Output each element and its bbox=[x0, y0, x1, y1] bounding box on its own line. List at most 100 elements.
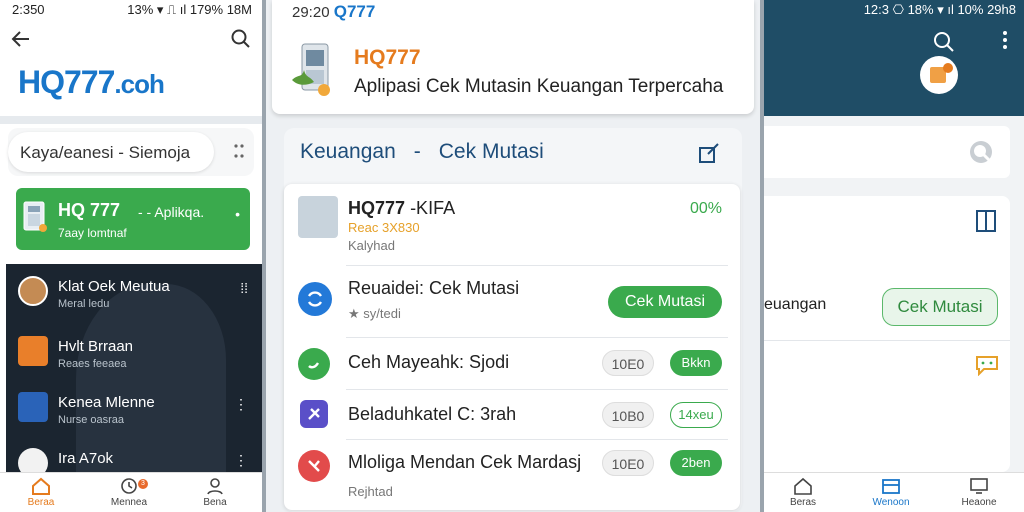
edit-icon[interactable] bbox=[698, 142, 720, 164]
list-item-sub: Nurse oasraa bbox=[58, 414, 125, 426]
list-item[interactable]: Mloliga Mendan Cek Mardasj Rejhtad 10E0 … bbox=[284, 440, 740, 510]
nav-settings-label: Heaone bbox=[961, 497, 997, 508]
row-sub: Rejhtad bbox=[348, 484, 393, 499]
search-icon[interactable] bbox=[932, 30, 956, 54]
clock-icon bbox=[121, 478, 137, 494]
more-icon[interactable]: ⋮ bbox=[234, 452, 248, 469]
search-icon[interactable] bbox=[968, 139, 994, 165]
logo-domain: .coh bbox=[114, 69, 164, 99]
status-indicators: 12:3 ⎔ 18% ▾ ıl 10% 29h8 bbox=[863, 2, 1016, 17]
row-title: HQ777 -KIFA bbox=[348, 198, 455, 219]
list-item-sub: Reaes feeaea bbox=[58, 358, 127, 370]
bottom-nav: Beras Wenoon Heaone bbox=[764, 472, 1024, 512]
avatar bbox=[18, 276, 48, 306]
divider bbox=[764, 340, 1010, 341]
status-time: 2:350 bbox=[12, 2, 45, 17]
dot-icon: • bbox=[235, 206, 240, 222]
card-subtitle: 7aay lomtnaf bbox=[58, 226, 127, 240]
chat-icon[interactable] bbox=[974, 354, 1000, 376]
sync-icon bbox=[298, 282, 332, 316]
amount-pill: 10E0 bbox=[602, 450, 654, 476]
list-item[interactable]: Reuaidei: Cek Mutasi ★ sy/tedi Cek Mutas… bbox=[284, 266, 740, 338]
tool-icon bbox=[300, 400, 328, 428]
grip-icon[interactable]: ⁞⁞ bbox=[240, 280, 248, 296]
divider bbox=[0, 116, 262, 124]
back-arrow-icon[interactable] bbox=[10, 28, 32, 50]
action-button[interactable]: 2ben bbox=[670, 450, 722, 476]
avatar bbox=[298, 196, 338, 238]
columns-icon[interactable] bbox=[976, 210, 996, 232]
nav-home[interactable]: Beras bbox=[768, 477, 838, 508]
nav-wallet[interactable]: Wenoon bbox=[856, 477, 926, 508]
bottom-nav: Beraa 3 Mennea Bena bbox=[0, 472, 262, 512]
list-item[interactable]: Klat Oek Meutua Meral ledu ⁞⁞ bbox=[6, 266, 262, 316]
more-icon[interactable]: ⋮ bbox=[234, 396, 248, 413]
list-item[interactable]: Ceh Mayeahk: Sjodi 10E0 Bkkn bbox=[284, 338, 740, 390]
status-time-text: 29:20 bbox=[292, 4, 330, 21]
doc-app-icon bbox=[18, 392, 48, 422]
row-sub: Reac 3X830 bbox=[348, 220, 420, 235]
avatar[interactable] bbox=[920, 56, 958, 94]
action-button[interactable]: Bkkn bbox=[670, 350, 722, 376]
nav-history-label: Mennea bbox=[110, 497, 148, 508]
monitor-icon bbox=[970, 478, 988, 494]
list-item[interactable]: Hvlt Brraan Reaes feeaea bbox=[6, 326, 262, 376]
list-item-name: Kenea Mlenne bbox=[58, 394, 155, 411]
chat-app-icon bbox=[18, 336, 48, 366]
row-name: HQ777 bbox=[348, 198, 406, 218]
heading-right: Cek Mutasi bbox=[438, 140, 544, 163]
row-title: Beladuhkatel C: 3rah bbox=[348, 404, 517, 424]
list-item-sub: Meral ledu bbox=[58, 298, 110, 310]
photo-list-panel: Klat Oek Meutua Meral ledu ⁞⁞ Hvlt Brraa… bbox=[6, 264, 262, 478]
status-indicators: 13% ▾ ⎍ ıl 179% 18M bbox=[127, 2, 252, 17]
app-highlight-card[interactable]: HQ 777 - - Aplikqa. 7aay lomtnaf • bbox=[16, 188, 250, 250]
action-button[interactable]: 14xeu bbox=[670, 402, 722, 428]
right-phone-screen: 12:3 ⎔ 18% ▾ ıl 10% 29h8 euangan Cek Mut… bbox=[764, 0, 1024, 512]
nav-home-label: Beraa bbox=[27, 497, 55, 508]
amount-pill: 10E0 bbox=[602, 350, 654, 376]
filter-label: euangan bbox=[764, 296, 827, 313]
grip-icon[interactable] bbox=[232, 142, 246, 160]
list-item[interactable]: HQ777 -KIFA Reac 3X830 Kalyhad 00% bbox=[284, 184, 740, 266]
nav-home-label: Beras bbox=[789, 497, 817, 508]
list-item[interactable]: Beladuhkatel C: 3rah 10B0 14xeu bbox=[284, 390, 740, 440]
search-bar[interactable] bbox=[764, 126, 1010, 178]
row-extra: -KIFA bbox=[410, 198, 456, 218]
alert-icon bbox=[298, 450, 330, 482]
notification-badge: 3 bbox=[138, 479, 148, 489]
nav-settings[interactable]: Heaone bbox=[944, 477, 1014, 508]
card-heading: Keuangan - Cek Mutasi bbox=[300, 140, 544, 164]
search-icon[interactable] bbox=[230, 28, 252, 50]
status-bar: 2:350 13% ▾ ⎍ ıl 179% 18M bbox=[0, 0, 262, 20]
heading-dash: - bbox=[413, 140, 421, 163]
nav-home[interactable]: Beraa bbox=[6, 477, 76, 508]
search-bar[interactable]: Kaya/eanesi - Siemoja bbox=[8, 128, 254, 176]
list-item[interactable]: Kenea Mlenne Nurse oasraa ⋮ bbox=[6, 382, 262, 432]
list-item-name: Hvlt Brraan bbox=[58, 338, 134, 355]
search-text: Kaya/eanesi - Siemoja bbox=[20, 143, 191, 162]
more-icon[interactable] bbox=[1002, 30, 1008, 50]
nav-profile-label: Bena bbox=[203, 497, 227, 508]
middle-phone-screen: 29:20 Q777 HQ777 Aplipasi Cek Mutasin Ke… bbox=[266, 0, 760, 512]
screenshot-root: 2:350 13% ▾ ⎍ ıl 179% 18M HQ777.coh Kaya… bbox=[0, 0, 1024, 512]
list-item-name: Klat Oek Meutua bbox=[58, 278, 170, 295]
app-description: Aplipasi Cek Mutasin Keuangan Terpercaha bbox=[354, 76, 724, 97]
card-title: HQ 777 bbox=[58, 200, 121, 220]
left-phone-screen: 2:350 13% ▾ ⎍ ıl 179% 18M HQ777.coh Kaya… bbox=[0, 0, 262, 512]
status-brand: Q777 bbox=[333, 2, 376, 21]
card-tag: - - Aplikqa. bbox=[138, 204, 205, 220]
home-icon bbox=[794, 477, 812, 495]
nav-profile[interactable]: Bena bbox=[180, 477, 250, 508]
mutation-list: HQ777 -KIFA Reac 3X830 Kalyhad 00% Reuai… bbox=[284, 184, 740, 510]
brand-logo: HQ777.coh bbox=[18, 64, 165, 101]
row-sub-2: Kalyhad bbox=[348, 238, 395, 253]
amount-pill: 10B0 bbox=[602, 402, 654, 428]
row-sub: ★ sy/tedi bbox=[348, 306, 401, 321]
logo-text: HQ777 bbox=[18, 64, 115, 100]
cek-mutasi-button[interactable]: Cek Mutasi bbox=[608, 286, 722, 318]
cek-mutasi-button[interactable]: Cek Mutasi bbox=[882, 288, 998, 326]
nav-history[interactable]: 3 Mennea bbox=[94, 477, 164, 508]
row-title: Mloliga Mendan Cek Mardasj bbox=[348, 452, 582, 472]
top-nav bbox=[0, 26, 262, 52]
nav-wallet-label: Wenoon bbox=[872, 497, 910, 508]
